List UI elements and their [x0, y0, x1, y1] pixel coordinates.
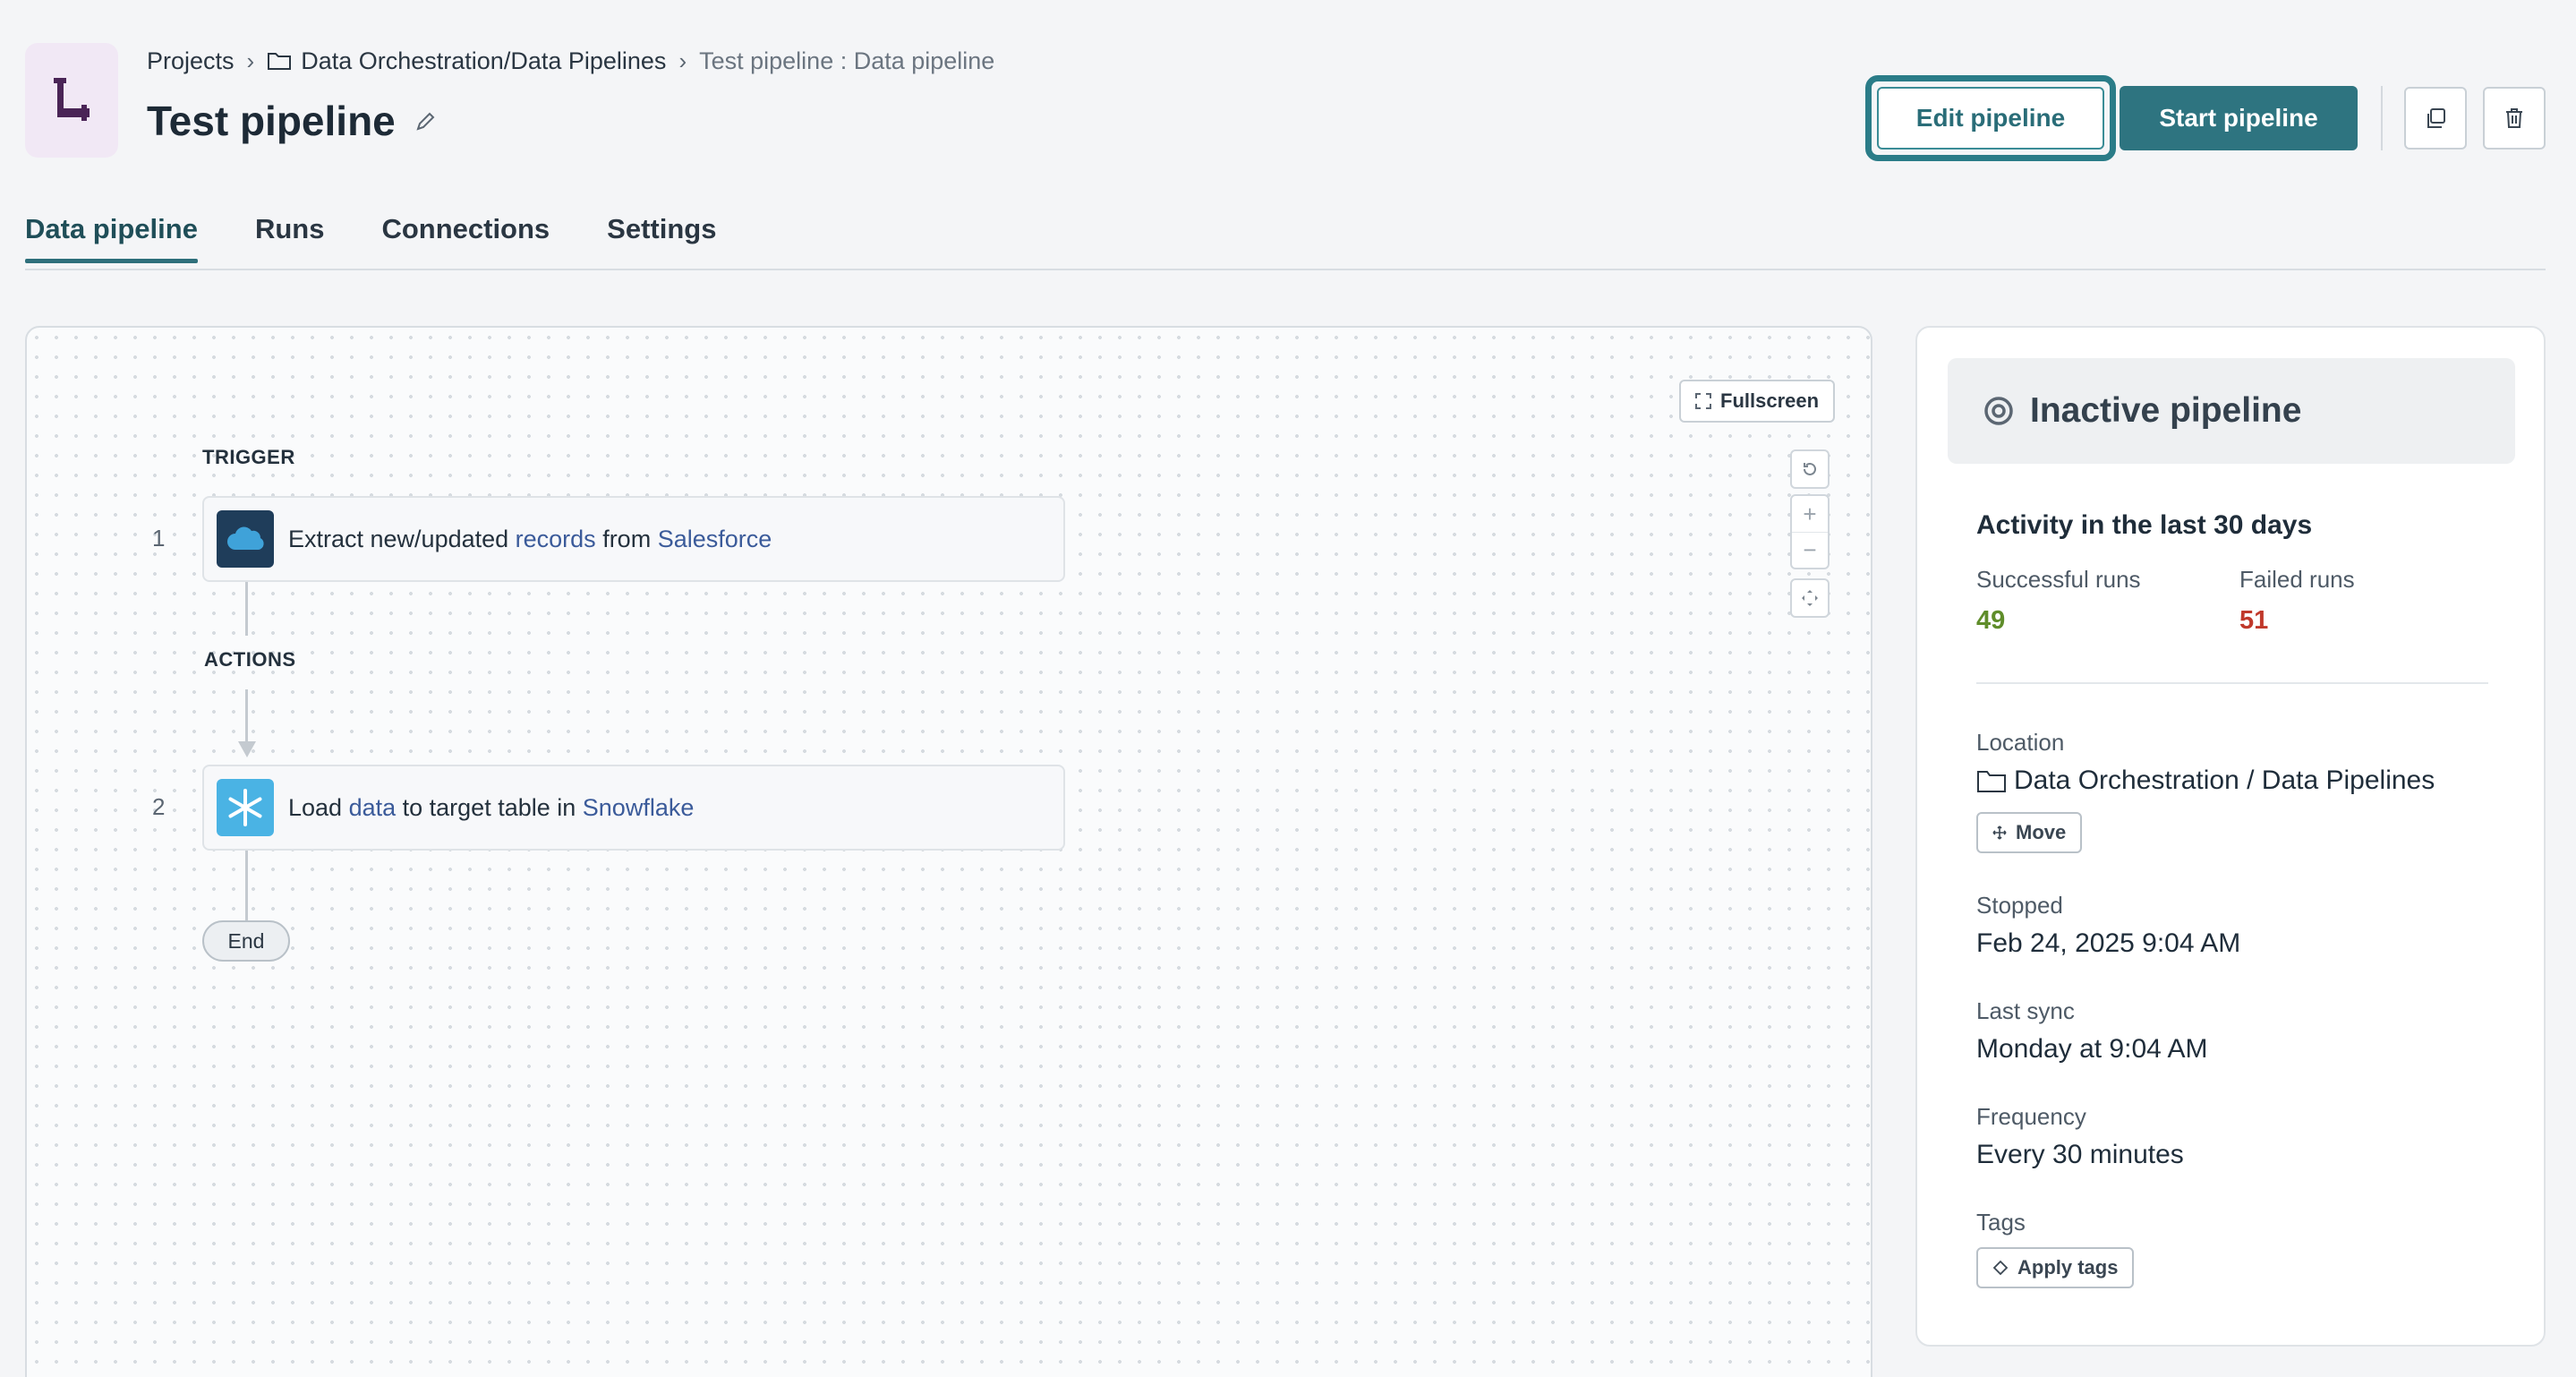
breadcrumb-folder-label: Data Orchestration/Data Pipelines	[301, 47, 667, 74]
zoom-in-button[interactable]: +	[1792, 496, 1828, 532]
pipeline-app-icon	[25, 43, 118, 158]
minus-icon: −	[1803, 536, 1817, 563]
connector-arrow-icon	[238, 741, 256, 757]
step-text: to target table in	[396, 793, 583, 821]
fit-view-button[interactable]	[1792, 580, 1828, 616]
step-datapill-data[interactable]: data	[349, 794, 397, 822]
reset-view-control	[1790, 449, 1830, 489]
actions-section-label: ACTIONS	[204, 648, 296, 671]
location-value: Data Orchestration / Data Pipelines	[2014, 765, 2435, 795]
inactive-status-icon	[1984, 397, 2013, 425]
failed-runs-stat: Failed runs 51	[2239, 566, 2355, 636]
successful-runs-value[interactable]: 49	[1976, 606, 2141, 636]
tags-field: Tags Apply tags	[1976, 1209, 2135, 1288]
activity-heading: Activity in the last 30 days	[1976, 510, 2313, 540]
frequency-label: Frequency	[1976, 1103, 2086, 1130]
snowflake-icon	[228, 789, 262, 826]
edit-pipeline-button[interactable]: Edit pipeline	[1877, 87, 2104, 150]
frequency-value: Every 30 minutes	[1976, 1140, 2184, 1169]
tab-bar: Data pipeline Runs Connections Settings	[25, 213, 2546, 270]
last-sync-field: Last sync Monday at 9:04 AM	[1976, 997, 2208, 1065]
tab-runs[interactable]: Runs	[255, 213, 325, 261]
breadcrumb-projects-link[interactable]: Projects	[147, 47, 235, 75]
step-number: 2	[152, 793, 166, 820]
header-divider	[2381, 86, 2383, 150]
zoom-out-button[interactable]: −	[1792, 532, 1828, 568]
snowflake-logo	[217, 779, 274, 836]
fit-view-control	[1790, 578, 1830, 618]
duplicate-button[interactable]	[2404, 87, 2467, 150]
header-actions: Edit pipeline Start pipeline	[1865, 75, 2546, 161]
connector-line	[245, 851, 248, 920]
breadcrumb-current: Test pipeline : Data pipeline	[699, 47, 995, 74]
end-node: End	[202, 920, 290, 962]
fullscreen-button[interactable]: Fullscreen	[1679, 380, 1836, 423]
tag-icon	[1992, 1260, 2009, 1276]
reset-view-button[interactable]	[1792, 451, 1828, 487]
zoom-controls: + −	[1790, 494, 1830, 569]
stopped-value: Feb 24, 2025 9:04 AM	[1976, 928, 2241, 958]
status-text: Inactive pipeline	[2030, 391, 2302, 430]
failed-runs-value[interactable]: 51	[2239, 606, 2355, 636]
step-datapill-records[interactable]: records	[516, 526, 596, 553]
fullscreen-label: Fullscreen	[1720, 389, 1820, 412]
step-card-action[interactable]: Load data to target table in Snowflake	[202, 765, 1065, 851]
move-button[interactable]: Move	[1976, 812, 2083, 853]
move-label: Move	[2016, 821, 2067, 843]
trigger-section-label: TRIGGER	[202, 446, 295, 468]
successful-runs-label: Successful runs	[1976, 566, 2141, 593]
stopped-field: Stopped Feb 24, 2025 9:04 AM	[1976, 892, 2240, 959]
fit-view-icon	[1802, 590, 1818, 606]
chevron-right-icon: ›	[246, 47, 255, 74]
expand-icon	[1695, 393, 1711, 409]
frequency-field: Frequency Every 30 minutes	[1976, 1103, 2184, 1170]
plus-icon: +	[1803, 500, 1817, 527]
step-text: Load	[288, 793, 349, 821]
salesforce-logo	[217, 510, 274, 568]
location-field: Location Data Orchestration / Data Pipel…	[1976, 729, 2435, 853]
breadcrumb: Projects › Data Orchestration/Data Pipel…	[147, 45, 994, 77]
stopped-label: Stopped	[1976, 892, 2063, 919]
rotate-icon	[1804, 462, 1816, 475]
tags-label: Tags	[1976, 1209, 2026, 1236]
step-app-salesforce[interactable]: Salesforce	[658, 526, 772, 553]
failed-runs-label: Failed runs	[2239, 566, 2355, 593]
step-number: 1	[152, 525, 166, 552]
breadcrumb-folder-link[interactable]: Data Orchestration/Data Pipelines	[267, 47, 666, 75]
page-title-text: Test pipeline	[147, 98, 396, 144]
step-card-trigger[interactable]: Extract new/updated records from Salesfo…	[202, 496, 1065, 582]
location-label: Location	[1976, 729, 2065, 756]
location-value-row: Data Orchestration / Data Pipelines	[1976, 765, 2435, 796]
edit-pipeline-focus-ring: Edit pipeline	[1865, 75, 2116, 161]
page-title: Test pipeline	[147, 97, 437, 145]
successful-runs-stat: Successful runs 49	[1976, 566, 2141, 636]
status-banner: Inactive pipeline	[1948, 358, 2515, 464]
pipe-icon	[54, 78, 90, 121]
cloud-icon	[227, 526, 264, 550]
step-text: from	[595, 525, 658, 552]
move-icon	[1992, 825, 2007, 840]
start-pipeline-button[interactable]: Start pipeline	[2120, 86, 2358, 150]
connector-line	[245, 582, 248, 636]
copy-icon	[2427, 108, 2445, 128]
tab-connections[interactable]: Connections	[381, 213, 550, 261]
step-app-snowflake[interactable]: Snowflake	[583, 794, 695, 822]
folder-icon	[1977, 771, 2006, 792]
tab-data-pipeline[interactable]: Data pipeline	[25, 213, 198, 263]
trash-icon	[2506, 108, 2522, 128]
chevron-right-icon: ›	[678, 47, 687, 74]
pipeline-details-panel: Inactive pipeline Activity in the last 3…	[1915, 326, 2546, 1347]
delete-button[interactable]	[2483, 87, 2546, 150]
pencil-icon[interactable]	[415, 110, 437, 132]
connector-line	[245, 689, 248, 747]
folder-icon	[268, 53, 292, 70]
pipeline-canvas[interactable]: Fullscreen + − TRIGGER 1 Extract new/upd…	[25, 326, 1872, 1377]
step-text: Extract new/updated	[288, 525, 516, 552]
tab-settings[interactable]: Settings	[607, 213, 716, 261]
apply-tags-label: Apply tags	[2017, 1256, 2119, 1279]
last-sync-value: Monday at 9:04 AM	[1976, 1034, 2208, 1064]
apply-tags-button[interactable]: Apply tags	[1976, 1247, 2135, 1288]
panel-divider	[1976, 682, 2488, 684]
last-sync-label: Last sync	[1976, 997, 2075, 1024]
